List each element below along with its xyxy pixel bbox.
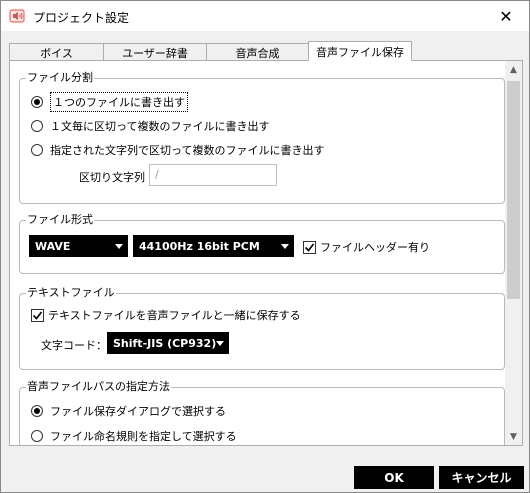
file-header-label: ファイルヘッダー有り xyxy=(320,241,430,254)
split-option-single-label: １つのファイルに書き出す xyxy=(50,92,188,112)
split-option-single[interactable]: １つのファイルに書き出す xyxy=(31,92,188,112)
save-text-option[interactable]: テキストファイルを音声ファイルと一緒に保存する xyxy=(31,307,301,323)
quality-combo[interactable]: 44100Hz 16bit PCM xyxy=(133,235,294,257)
radio-save-dialog[interactable] xyxy=(31,405,43,417)
radio-per-sentence[interactable] xyxy=(31,120,43,132)
split-option-delimiter[interactable]: 指定された文字列で区切って複数のファイルに書き出す xyxy=(31,142,324,158)
path-option-dialog[interactable]: ファイル保存ダイアログで選択する xyxy=(31,403,226,419)
path-spec-title: 音声ファイルパスの指定方法 xyxy=(26,380,171,394)
split-option-sentence-label: １文毎に区切って複数のファイルに書き出す xyxy=(50,120,270,133)
path-option-naming-rule-label: ファイル命名規則を指定して選択する xyxy=(50,430,237,443)
file-header-checkbox[interactable] xyxy=(303,240,316,254)
scroll-up-icon[interactable]: ▲ xyxy=(505,61,522,78)
save-text-checkbox[interactable] xyxy=(31,308,44,322)
radio-single-file[interactable] xyxy=(31,96,43,108)
path-option-dialog-label: ファイル保存ダイアログで選択する xyxy=(50,405,226,418)
delimiter-label: 区切り文字列 xyxy=(79,171,145,184)
radio-naming-rule[interactable] xyxy=(31,430,43,442)
tab-speech-synthesis[interactable]: 音声合成 xyxy=(206,43,309,61)
delimiter-input[interactable]: / xyxy=(149,164,277,186)
encoding-label: 文字コード： xyxy=(41,339,107,352)
tab-audio-file-save[interactable]: 音声ファイル保存 xyxy=(308,41,412,61)
close-icon: ✕ xyxy=(499,6,513,26)
save-text-label: テキストファイルを音声ファイルと一緒に保存する xyxy=(48,309,301,322)
format-combo[interactable]: WAVE xyxy=(29,235,128,257)
file-format-title: ファイル形式 xyxy=(26,213,94,227)
format-combo-value: WAVE xyxy=(35,239,71,253)
title-bar: プロジェクト設定 ✕ xyxy=(1,1,529,31)
checkmark-icon xyxy=(32,311,43,320)
tab-bar: ボイス ユーザー辞書 音声合成 音声ファイル保存 xyxy=(9,41,412,61)
encoding-combo[interactable]: Shift-JIS (CP932) xyxy=(107,332,229,354)
cancel-button[interactable]: キャンセル xyxy=(439,466,524,489)
chevron-down-icon xyxy=(281,244,289,249)
settings-panel: ファイル分割 １つのファイルに書き出す １文毎に区切って複数のファイルに書き出す… xyxy=(9,60,523,446)
encoding-combo-value: Shift-JIS (CP932) xyxy=(113,336,217,350)
path-spec-group: 音声ファイルパスの指定方法 ファイル保存ダイアログで選択する ファイル命名規則を… xyxy=(19,380,505,445)
path-option-naming-rule[interactable]: ファイル命名規則を指定して選択する xyxy=(31,428,237,444)
ok-button[interactable]: OK xyxy=(354,466,434,489)
file-header-option[interactable]: ファイルヘッダー有り xyxy=(303,239,430,255)
chevron-down-icon xyxy=(216,341,224,346)
speaker-icon xyxy=(9,9,25,23)
file-format-group: ファイル形式 WAVE 44100Hz 16bit PCM ファイルヘッダー有り xyxy=(19,213,505,274)
radio-by-delimiter[interactable] xyxy=(31,144,43,156)
file-split-group: ファイル分割 １つのファイルに書き出す １文毎に区切って複数のファイルに書き出す… xyxy=(19,71,505,204)
text-file-group: テキストファイル テキストファイルを音声ファイルと一緒に保存する 文字コード： … xyxy=(19,286,505,370)
tab-user-dictionary[interactable]: ユーザー辞書 xyxy=(103,43,207,61)
text-file-title: テキストファイル xyxy=(26,286,116,300)
tab-voice[interactable]: ボイス xyxy=(9,43,104,61)
split-option-delimiter-label: 指定された文字列で区切って複数のファイルに書き出す xyxy=(50,144,325,157)
window-title: プロジェクト設定 xyxy=(33,11,130,25)
vertical-scrollbar[interactable]: ▲ ▼ xyxy=(505,61,522,445)
quality-combo-value: 44100Hz 16bit PCM xyxy=(139,239,260,253)
split-option-sentence[interactable]: １文毎に区切って複数のファイルに書き出す xyxy=(31,118,269,134)
checkmark-icon xyxy=(304,243,315,252)
project-settings-window: プロジェクト設定 ✕ ボイス ユーザー辞書 音声合成 音声ファイル保存 ファイル… xyxy=(0,0,530,493)
close-button[interactable]: ✕ xyxy=(483,1,529,31)
scrollbar-thumb[interactable] xyxy=(507,81,520,299)
chevron-down-icon xyxy=(115,244,123,249)
scroll-down-icon[interactable]: ▼ xyxy=(505,428,522,445)
file-split-title: ファイル分割 xyxy=(26,71,94,85)
